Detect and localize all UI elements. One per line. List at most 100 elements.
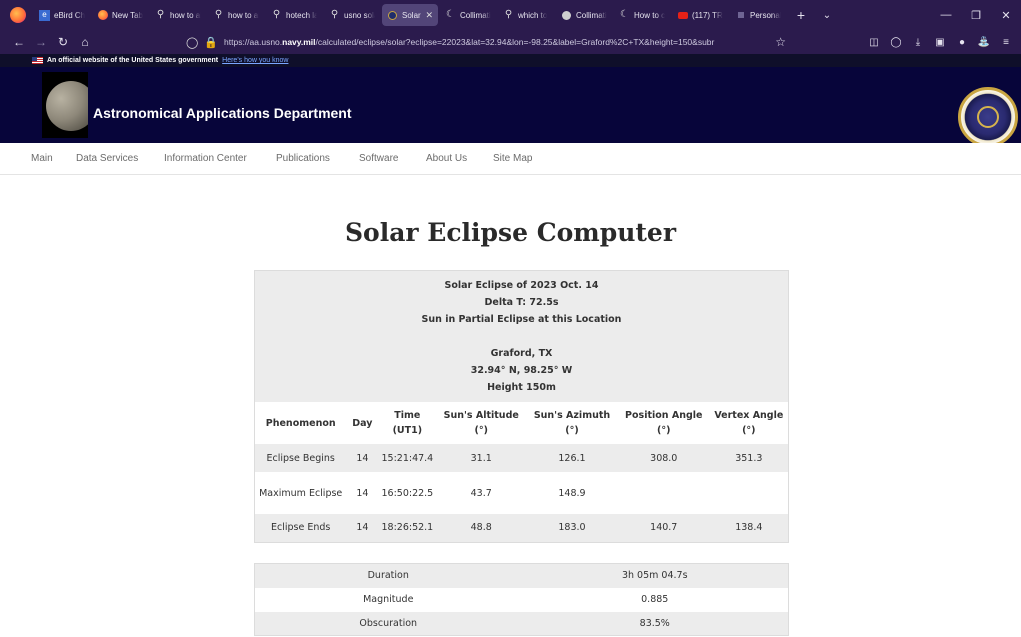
search-icon: ⚲ bbox=[330, 9, 339, 20]
browser-tab[interactable]: (117) TRA bbox=[672, 4, 728, 26]
browser-tab[interactable]: Personal bbox=[730, 4, 786, 26]
close-window-icon[interactable]: ✕ bbox=[991, 0, 1021, 30]
search-icon: ⚲ bbox=[272, 9, 281, 20]
url-text[interactable]: https://aa.usno.navy.mil/calculated/ecli… bbox=[224, 37, 771, 47]
browser-tab[interactable]: ⚲ how to al bbox=[208, 4, 264, 26]
cell-vertex-angle: 138.4 bbox=[709, 514, 789, 542]
bookmark-star-icon[interactable]: ☆ bbox=[775, 35, 786, 49]
search-icon: ⚲ bbox=[156, 9, 165, 20]
page-title: Solar Eclipse Computer bbox=[344, 218, 677, 247]
gov-banner-link[interactable]: Here's how you know bbox=[222, 57, 288, 64]
cell-time: 16:50:22.5 bbox=[378, 472, 437, 514]
lock-icon[interactable]: 🔒 bbox=[204, 36, 218, 49]
browser-tab[interactable]: ⚲ which to bbox=[498, 4, 554, 26]
cell-time: 15:21:47.4 bbox=[378, 444, 437, 472]
site-header: Astronomical Applications Department bbox=[0, 67, 1021, 143]
column-header: Sun's Altitude (°) bbox=[436, 402, 527, 444]
close-tab-icon[interactable]: ✕ bbox=[425, 10, 433, 21]
restore-icon[interactable]: ❐ bbox=[961, 0, 991, 30]
new-tab-icon[interactable]: + bbox=[788, 7, 814, 23]
eclipse-status: Sun in Partial Eclipse at this Location bbox=[421, 314, 622, 325]
list-tabs-icon[interactable]: ⌄ bbox=[814, 10, 840, 21]
nav-site-map[interactable]: Site Map bbox=[493, 153, 532, 164]
browser-tab[interactable]: e eBird Chi bbox=[34, 4, 90, 26]
nav-software[interactable]: Software bbox=[359, 153, 398, 164]
browser-tab[interactable]: ⚲ how to al bbox=[150, 4, 206, 26]
reload-icon[interactable]: ↻ bbox=[52, 35, 74, 49]
moon-logo[interactable] bbox=[42, 72, 88, 138]
column-header: Phenomenon bbox=[254, 402, 347, 444]
cell-position-angle: 308.0 bbox=[617, 444, 710, 472]
browser-tab[interactable]: New Tab bbox=[92, 4, 148, 26]
table-row: Maximum Eclipse 14 16:50:22.5 43.7 148.9 bbox=[254, 472, 789, 514]
browser-tab[interactable]: ⚲ hotech la bbox=[266, 4, 322, 26]
extensions-icon[interactable]: ⛲ bbox=[973, 37, 995, 48]
table-header-row: Phenomenon Day Time (UT1) Sun's Altitude(… bbox=[254, 402, 789, 444]
browser-tab-strip: e eBird Chi New Tab ⚲ how to al ⚲ how to… bbox=[0, 0, 1021, 30]
firefox-icon bbox=[97, 10, 108, 21]
summary-value: 83.5% bbox=[521, 611, 789, 636]
url-domain: navy.mil bbox=[282, 37, 316, 47]
summary-value: 0.885 bbox=[521, 587, 789, 612]
cell-altitude: 43.7 bbox=[436, 472, 527, 514]
cell-position-angle: 140.7 bbox=[617, 514, 710, 542]
screenshot-icon[interactable]: ▣ bbox=[929, 37, 951, 48]
summary-row: Magnitude 0.885 bbox=[254, 587, 789, 612]
eclipse-title: Solar Eclipse of 2023 Oct. 14 bbox=[444, 280, 599, 291]
cell-azimuth: 148.9 bbox=[526, 472, 618, 514]
eclipse-info-row: Solar Eclipse of 2023 Oct. 14 Delta T: 7… bbox=[254, 270, 789, 402]
minimize-icon[interactable]: — bbox=[931, 0, 961, 30]
forward-icon[interactable]: → bbox=[30, 35, 52, 49]
summary-row: Obscuration 83.5% bbox=[254, 611, 789, 636]
tab-label: eBird Chi bbox=[54, 10, 85, 20]
youtube-icon bbox=[677, 10, 688, 21]
collimation-icon bbox=[561, 10, 572, 21]
nav-information-center[interactable]: Information Center bbox=[164, 153, 247, 164]
cell-day: 14 bbox=[346, 472, 379, 514]
us-flag-icon bbox=[32, 57, 43, 64]
eclipse-summary-table: Duration 3h 05m 04.7s Magnitude 0.885 Ob… bbox=[254, 563, 789, 636]
generic-icon bbox=[735, 10, 746, 21]
usno-icon bbox=[387, 10, 398, 21]
cell-azimuth: 183.0 bbox=[526, 514, 618, 542]
column-header: Position Angle (°) bbox=[617, 402, 710, 444]
browser-tab[interactable]: ☾ How to c bbox=[614, 4, 670, 26]
tab-label: How to c bbox=[634, 10, 665, 20]
moon-icon: ☾ bbox=[446, 9, 455, 20]
tab-label: Personal bbox=[750, 10, 781, 20]
nav-data-services[interactable]: Data Services bbox=[76, 153, 138, 164]
cell-day: 14 bbox=[346, 514, 379, 542]
back-icon[interactable]: ← bbox=[8, 35, 30, 49]
nav-main[interactable]: Main bbox=[31, 153, 53, 164]
site-nav: Main Data Services Information Center Pu… bbox=[0, 143, 1021, 175]
tab-label: hotech la bbox=[286, 10, 317, 20]
sidebar-icon[interactable]: ◫ bbox=[863, 37, 885, 48]
summary-value: 3h 05m 04.7s bbox=[521, 563, 789, 588]
tab-label: Solar E bbox=[402, 10, 422, 20]
site-title[interactable]: Astronomical Applications Department bbox=[93, 105, 352, 121]
eclipse-results-table: Solar Eclipse of 2023 Oct. 14 Delta T: 7… bbox=[254, 270, 789, 543]
location-height: Height 150m bbox=[487, 382, 556, 393]
cell-phenomenon: Eclipse Begins bbox=[254, 444, 347, 472]
firefox-menu-icon[interactable] bbox=[10, 7, 26, 23]
account-icon[interactable]: ● bbox=[951, 37, 973, 48]
cell-altitude: 48.8 bbox=[436, 514, 527, 542]
tab-label: (117) TRA bbox=[692, 10, 723, 20]
shield-icon[interactable]: ◯ bbox=[186, 36, 198, 49]
browser-nav-bar: ← → ↻ ⌂ ◯ 🔒 https://aa.usno.navy.mil/cal… bbox=[0, 30, 1021, 54]
cell-time: 18:26:52.1 bbox=[378, 514, 437, 542]
pocket-icon[interactable]: ◯ bbox=[885, 37, 907, 48]
nav-about-us[interactable]: About Us bbox=[426, 153, 467, 164]
browser-tab[interactable]: Collimati bbox=[556, 4, 612, 26]
browser-tab[interactable]: ☾ Collimati bbox=[440, 4, 496, 26]
home-icon[interactable]: ⌂ bbox=[74, 35, 96, 49]
downloads-icon[interactable]: ⤓ bbox=[907, 37, 929, 48]
menu-icon[interactable]: ≡ bbox=[995, 37, 1017, 48]
tab-label: how to al bbox=[170, 10, 201, 20]
browser-tab[interactable]: ⚲ usno sola bbox=[324, 4, 380, 26]
summary-row: Duration 3h 05m 04.7s bbox=[254, 563, 789, 588]
nav-publications[interactable]: Publications bbox=[276, 153, 330, 164]
cell-position-angle bbox=[617, 472, 710, 514]
url-bar[interactable]: ◯ 🔒 https://aa.usno.navy.mil/calculated/… bbox=[186, 32, 786, 52]
browser-tab-active[interactable]: Solar E ✕ bbox=[382, 4, 438, 26]
